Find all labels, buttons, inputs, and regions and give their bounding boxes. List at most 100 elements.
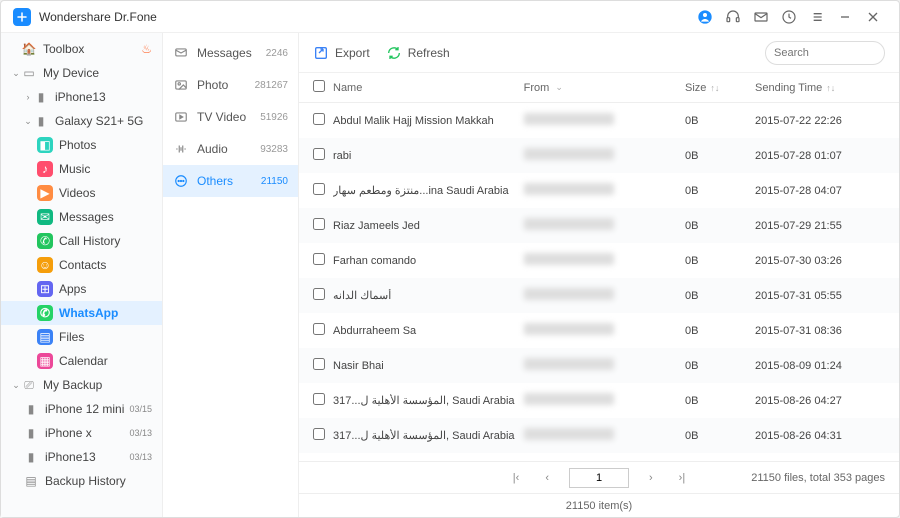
table-row[interactable]: Abdul Malik Hajj Mission Makkah 0B 2015-… (299, 103, 899, 138)
column-from[interactable]: From⌄ (524, 82, 685, 94)
app-logo (13, 8, 31, 26)
table-row[interactable]: أسماك الدانه 0B 2015-07-31 05:55 (299, 278, 899, 313)
row-checkbox[interactable] (313, 183, 325, 195)
cell-name: 317...المؤسسة الأهلية ل, Saudi Arabia (333, 394, 524, 407)
close-icon[interactable] (859, 3, 887, 31)
category-label: Audio (197, 142, 260, 156)
table-row[interactable]: Abdurraheem Sa 0B 2015-07-31 08:36 (299, 313, 899, 348)
sidebar-apps[interactable]: ⊞Apps (1, 277, 162, 301)
phone-icon: ▮ (33, 113, 49, 129)
menu-list-icon[interactable] (803, 3, 831, 31)
row-checkbox[interactable] (313, 253, 325, 265)
sidebar-item-label: iPhone 12 mini (45, 402, 129, 416)
cell-time: 2015-08-09 01:24 (755, 360, 885, 372)
sidebar: 🏠 Toolbox ♨ ⌄ ▭ My Device › ▮ iPhone13 ⌄… (1, 33, 163, 517)
sidebar-item-label: Contacts (59, 258, 152, 272)
headset-icon[interactable] (719, 3, 747, 31)
sidebar-contacts[interactable]: ☺Contacts (1, 253, 162, 277)
phone-icon: ▮ (33, 89, 49, 105)
table-row[interactable]: rabi 0B 2015-07-28 01:07 (299, 138, 899, 173)
sidebar-galaxy[interactable]: ⌄ ▮ Galaxy S21+ 5G (1, 109, 162, 133)
row-checkbox[interactable] (313, 148, 325, 160)
cell-from (524, 253, 685, 268)
sidebar-whatsapp[interactable]: ✆WhatsApp (1, 301, 162, 325)
sidebar-backup-history[interactable]: ▤Backup History (1, 469, 162, 493)
sidebar-mydevice[interactable]: ⌄ ▭ My Device (1, 61, 162, 85)
export-button[interactable]: Export (313, 45, 370, 61)
sort-icon: ↑↓ (826, 83, 835, 93)
sort-icon: ↑↓ (710, 83, 719, 93)
sidebar-mybackup[interactable]: ⌄ ⎚ My Backup (1, 373, 162, 397)
search-input[interactable] (774, 47, 899, 59)
first-page-button[interactable]: |‹ (507, 470, 526, 486)
table-row[interactable]: Farhan comando 0B 2015-07-30 03:26 (299, 243, 899, 278)
last-page-button[interactable]: ›| (673, 470, 692, 486)
table-header: Name From⌄ Size↑↓ Sending Time↑↓ (299, 73, 899, 103)
search-box[interactable] (765, 41, 885, 65)
history-icon[interactable] (775, 3, 803, 31)
category-tvvideo[interactable]: TV Video 51926 (163, 101, 298, 133)
table-row[interactable]: Nasir Bhai 0B 2015-08-09 01:24 (299, 348, 899, 383)
pager-summary: 21150 files, total 353 pages (751, 472, 885, 484)
cell-name: Nasir Bhai (333, 360, 524, 372)
select-all-checkbox[interactable] (313, 80, 325, 92)
cell-size: 0B (685, 360, 755, 372)
table-row[interactable]: منتزة ومطعم سهار...ina Saudi Arabia 0B 2… (299, 173, 899, 208)
category-label: Messages (197, 46, 266, 60)
sidebar-photos[interactable]: ◧Photos (1, 133, 162, 157)
row-checkbox[interactable] (313, 358, 325, 370)
sidebar-item-label: Call History (59, 234, 152, 248)
main-panel: Export Refresh Name From⌄ Size↑↓ Sending… (299, 33, 899, 517)
prev-page-button[interactable]: ‹ (539, 470, 555, 486)
table-row[interactable]: 317...المؤسسة الأهلية ل, Saudi Arabia 0B… (299, 383, 899, 418)
row-checkbox[interactable] (313, 428, 325, 440)
cell-from (524, 393, 685, 408)
table-row[interactable]: Riaz Jameels Jed 0B 2015-07-29 21:55 (299, 208, 899, 243)
table-row[interactable]: 317...المؤسسة الأهلية ل, Saudi Arabia 0B… (299, 418, 899, 453)
category-photo[interactable]: Photo 281267 (163, 69, 298, 101)
mail-icon[interactable] (747, 3, 775, 31)
category-others[interactable]: Others 21150 (163, 165, 298, 197)
column-time[interactable]: Sending Time↑↓ (755, 82, 885, 94)
cell-size: 0B (685, 150, 755, 162)
sidebar-messages[interactable]: ✉Messages (1, 205, 162, 229)
cell-from (524, 288, 685, 303)
export-label: Export (335, 46, 370, 60)
sidebar-backup-iphone13[interactable]: ▮iPhone1303/13 (1, 445, 162, 469)
category-audio[interactable]: Audio 93283 (163, 133, 298, 165)
sidebar-videos[interactable]: ▶Videos (1, 181, 162, 205)
badge: 03/15 (129, 404, 152, 414)
page-input[interactable] (569, 468, 629, 488)
calendar-icon: ▦ (37, 353, 53, 369)
column-name[interactable]: Name (333, 82, 524, 94)
music-icon: ♪ (37, 161, 53, 177)
row-checkbox[interactable] (313, 218, 325, 230)
sidebar-toolbox[interactable]: 🏠 Toolbox ♨ (1, 37, 162, 61)
cell-size: 0B (685, 220, 755, 232)
row-checkbox[interactable] (313, 113, 325, 125)
callhistory-icon: ✆ (37, 233, 53, 249)
row-checkbox[interactable] (313, 288, 325, 300)
account-icon[interactable] (691, 3, 719, 31)
minimize-icon[interactable] (831, 3, 859, 31)
sidebar-iphone13[interactable]: › ▮ iPhone13 (1, 85, 162, 109)
sidebar-callhistory[interactable]: ✆ Call History (1, 229, 162, 253)
sidebar-music[interactable]: ♪Music (1, 157, 162, 181)
tvvideo-icon (173, 109, 189, 125)
column-size[interactable]: Size↑↓ (685, 82, 755, 94)
chevron-down-icon: ⌄ (555, 82, 563, 93)
category-messages[interactable]: Messages 2246 (163, 37, 298, 69)
sidebar-files[interactable]: ▤Files (1, 325, 162, 349)
badge: 03/13 (129, 428, 152, 438)
row-checkbox[interactable] (313, 323, 325, 335)
cell-time: 2015-07-31 08:36 (755, 325, 885, 337)
sidebar-backup-iphone12mini[interactable]: ▮iPhone 12 mini03/15 (1, 397, 162, 421)
audio-icon (173, 141, 189, 157)
sidebar-calendar[interactable]: ▦Calendar (1, 349, 162, 373)
category-label: Photo (197, 78, 255, 92)
sidebar-backup-iphonex[interactable]: ▮iPhone x03/13 (1, 421, 162, 445)
refresh-button[interactable]: Refresh (386, 45, 450, 61)
row-checkbox[interactable] (313, 393, 325, 405)
next-page-button[interactable]: › (643, 470, 659, 486)
chevron-right-icon: › (23, 92, 33, 102)
